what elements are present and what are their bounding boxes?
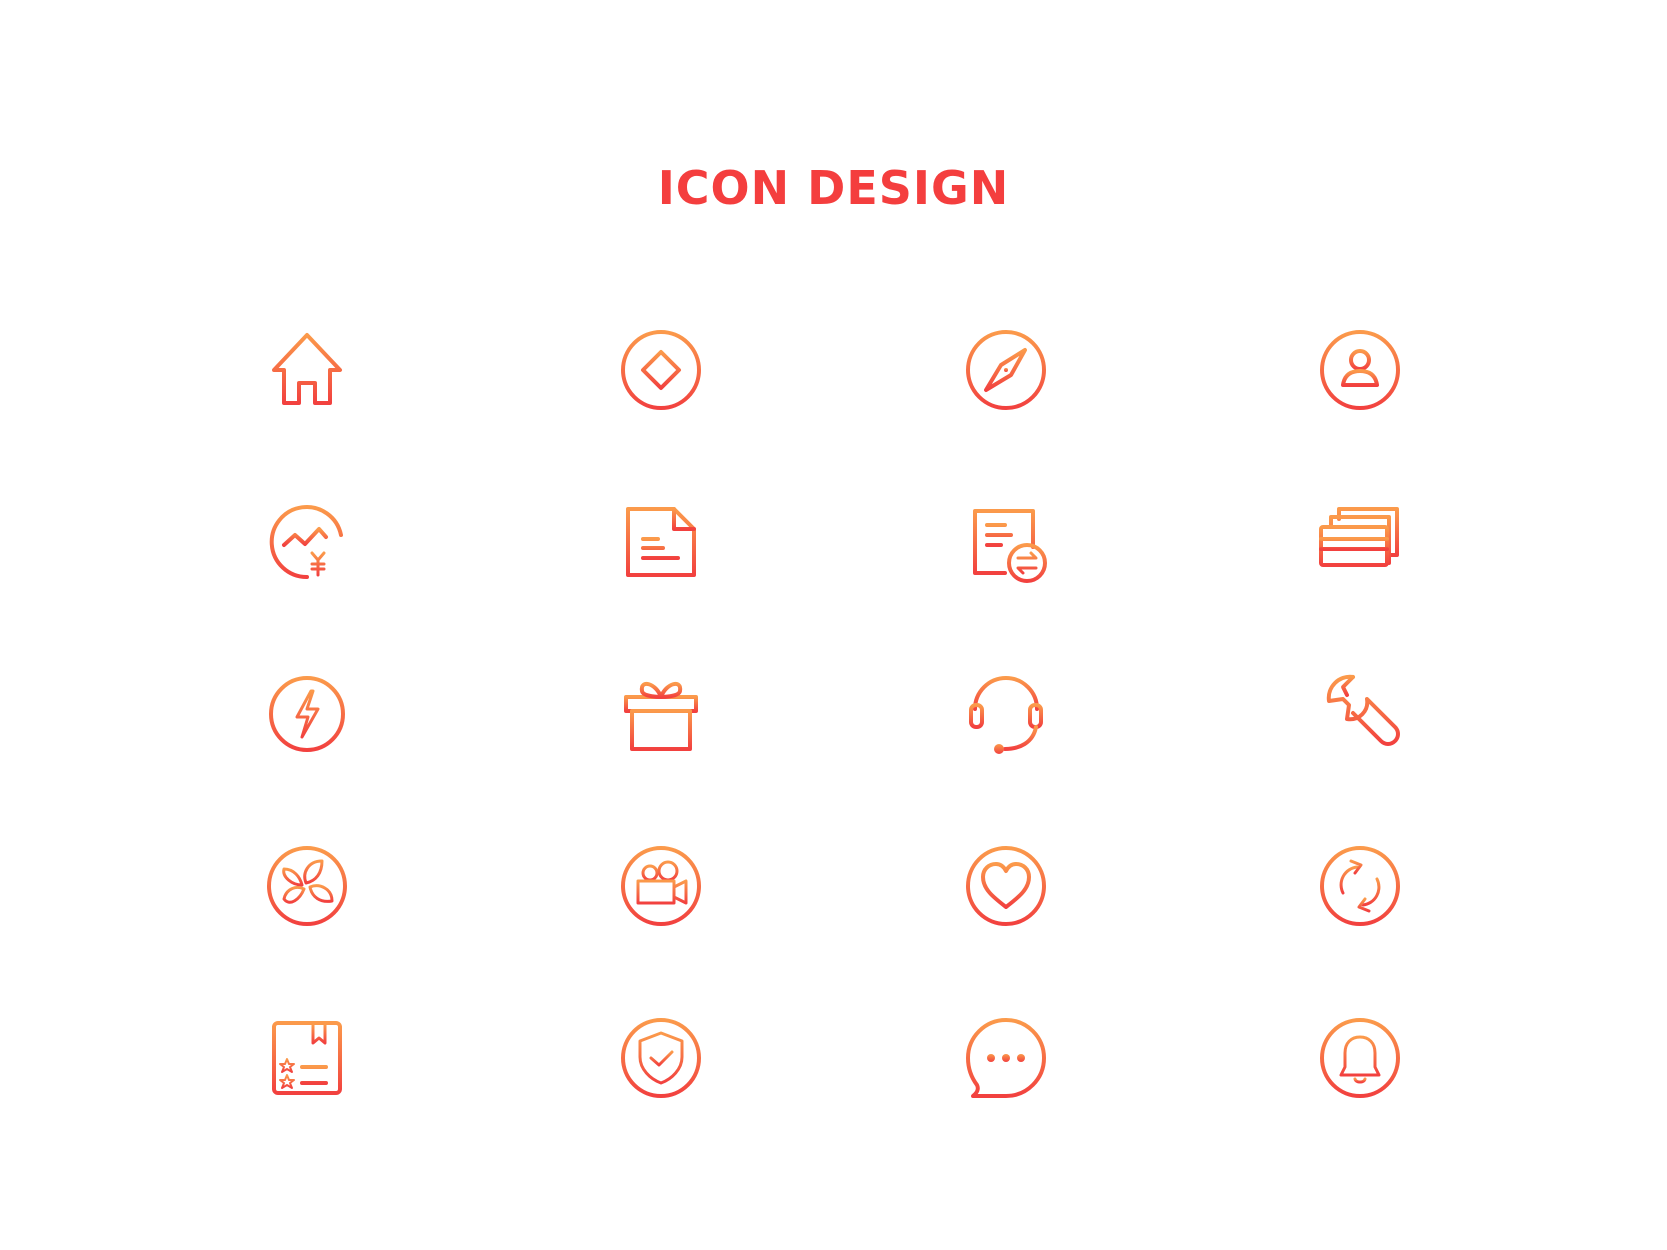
document-icon	[616, 497, 706, 587]
finance-icon	[262, 497, 352, 587]
bell-icon	[1315, 1013, 1405, 1103]
cards-icon	[1315, 497, 1405, 587]
gift-icon	[616, 669, 706, 759]
video-camera-icon	[616, 841, 706, 931]
transfer-icon	[961, 497, 1051, 587]
refresh-icon	[1315, 841, 1405, 931]
user-icon	[1315, 325, 1405, 415]
wrench-icon	[1315, 669, 1405, 759]
fan-icon	[262, 841, 352, 931]
shield-check-icon	[616, 1013, 706, 1103]
rating-list-icon	[262, 1013, 352, 1103]
lightning-icon	[262, 669, 352, 759]
home-icon	[262, 325, 352, 415]
headset-icon	[961, 669, 1051, 759]
diamond-icon	[616, 325, 706, 415]
heart-icon	[961, 841, 1051, 931]
compass-icon	[961, 325, 1051, 415]
icon-grid	[0, 0, 1667, 1250]
chat-icon	[961, 1013, 1051, 1103]
